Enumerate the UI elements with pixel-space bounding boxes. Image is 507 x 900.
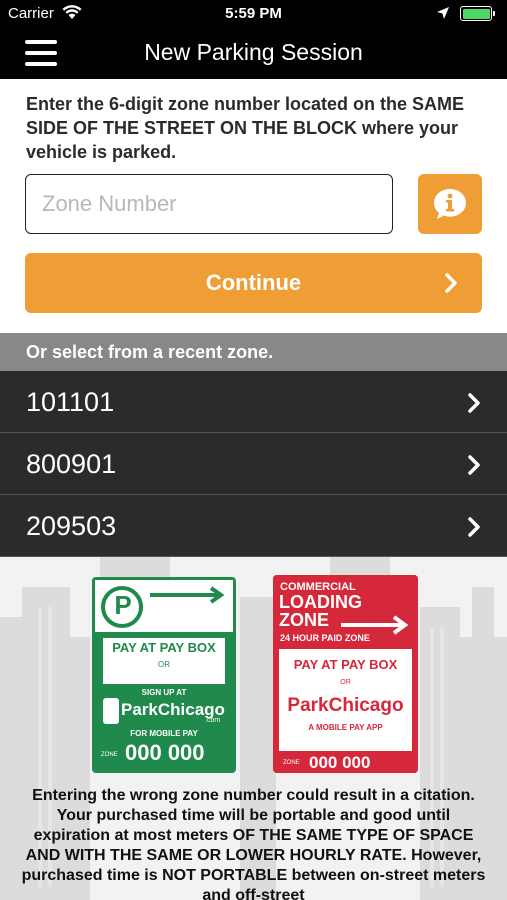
info-button[interactable] xyxy=(418,174,482,234)
continue-button[interactable]: Continue xyxy=(25,253,482,313)
green-sign-brand-sub: .com xyxy=(205,717,221,724)
green-sign-p-symbol: P xyxy=(114,590,132,620)
recent-zone-item[interactable]: 101101 xyxy=(0,371,507,433)
red-sign-zone-label: ZONE xyxy=(283,760,300,766)
instructions-text: Enter the 6-digit zone number located on… xyxy=(26,94,465,162)
green-sign-signup: SIGN UP AT xyxy=(141,688,187,697)
recent-zones-header: Or select from a recent zone. xyxy=(0,333,507,371)
green-zone-sign: P PAY AT PAY BOX OR SIGN UP AT ParkChica… xyxy=(92,577,236,773)
battery-nub xyxy=(492,11,495,16)
chevron-right-icon xyxy=(445,273,457,293)
nav-bar: New Parking Session xyxy=(0,28,507,79)
recent-zone-number: 209503 xyxy=(26,511,117,541)
red-sign-zone-number: 000 000 xyxy=(309,753,371,772)
recent-zone-item[interactable]: 800901 xyxy=(0,433,507,495)
wrong-zone-notice: Entering the wrong zone number could res… xyxy=(21,787,486,900)
battery-icon xyxy=(460,6,495,21)
recent-zones-list: 101101 800901 209503 xyxy=(0,371,507,557)
red-sign-app: A MOBILE PAY APP xyxy=(308,723,383,732)
green-sign-or: OR xyxy=(158,660,170,669)
status-time: 5:59 PM xyxy=(225,5,282,22)
chevron-right-icon xyxy=(468,517,480,537)
recent-zone-number: 800901 xyxy=(26,449,117,479)
red-sign-line3: ZONE xyxy=(279,610,330,630)
green-sign-zone-label: ZONE xyxy=(101,752,118,758)
zone-sign-examples: P PAY AT PAY BOX OR SIGN UP AT ParkChica… xyxy=(0,557,507,900)
green-sign-pay-text: PAY AT PAY BOX xyxy=(112,640,216,655)
recent-zone-number: 101101 xyxy=(26,387,115,417)
green-sign-mobile: FOR MOBILE PAY xyxy=(130,729,198,738)
continue-label: Continue xyxy=(205,270,302,295)
location-arrow-icon xyxy=(437,7,449,19)
red-sign-pay-text: PAY AT PAY BOX xyxy=(293,657,398,672)
red-sign-brand: ParkChicago xyxy=(287,695,404,716)
zone-number-input[interactable] xyxy=(25,174,393,234)
chevron-right-icon xyxy=(468,393,480,413)
page-title: New Parking Session xyxy=(144,39,363,65)
status-bar: Carrier 5:59 PM xyxy=(0,0,507,28)
green-sign-zone-number: 000 000 xyxy=(125,740,205,765)
recent-zone-item[interactable]: 209503 xyxy=(0,495,507,557)
red-sign-or: OR xyxy=(340,679,351,686)
red-zone-sign: COMMERCIAL LOADING ZONE 24 HOUR PAID ZON… xyxy=(273,575,418,773)
info-icon xyxy=(434,189,466,219)
red-sign-hours: 24 HOUR PAID ZONE xyxy=(280,633,370,643)
chevron-right-icon xyxy=(468,455,480,475)
battery-fill xyxy=(462,8,490,19)
